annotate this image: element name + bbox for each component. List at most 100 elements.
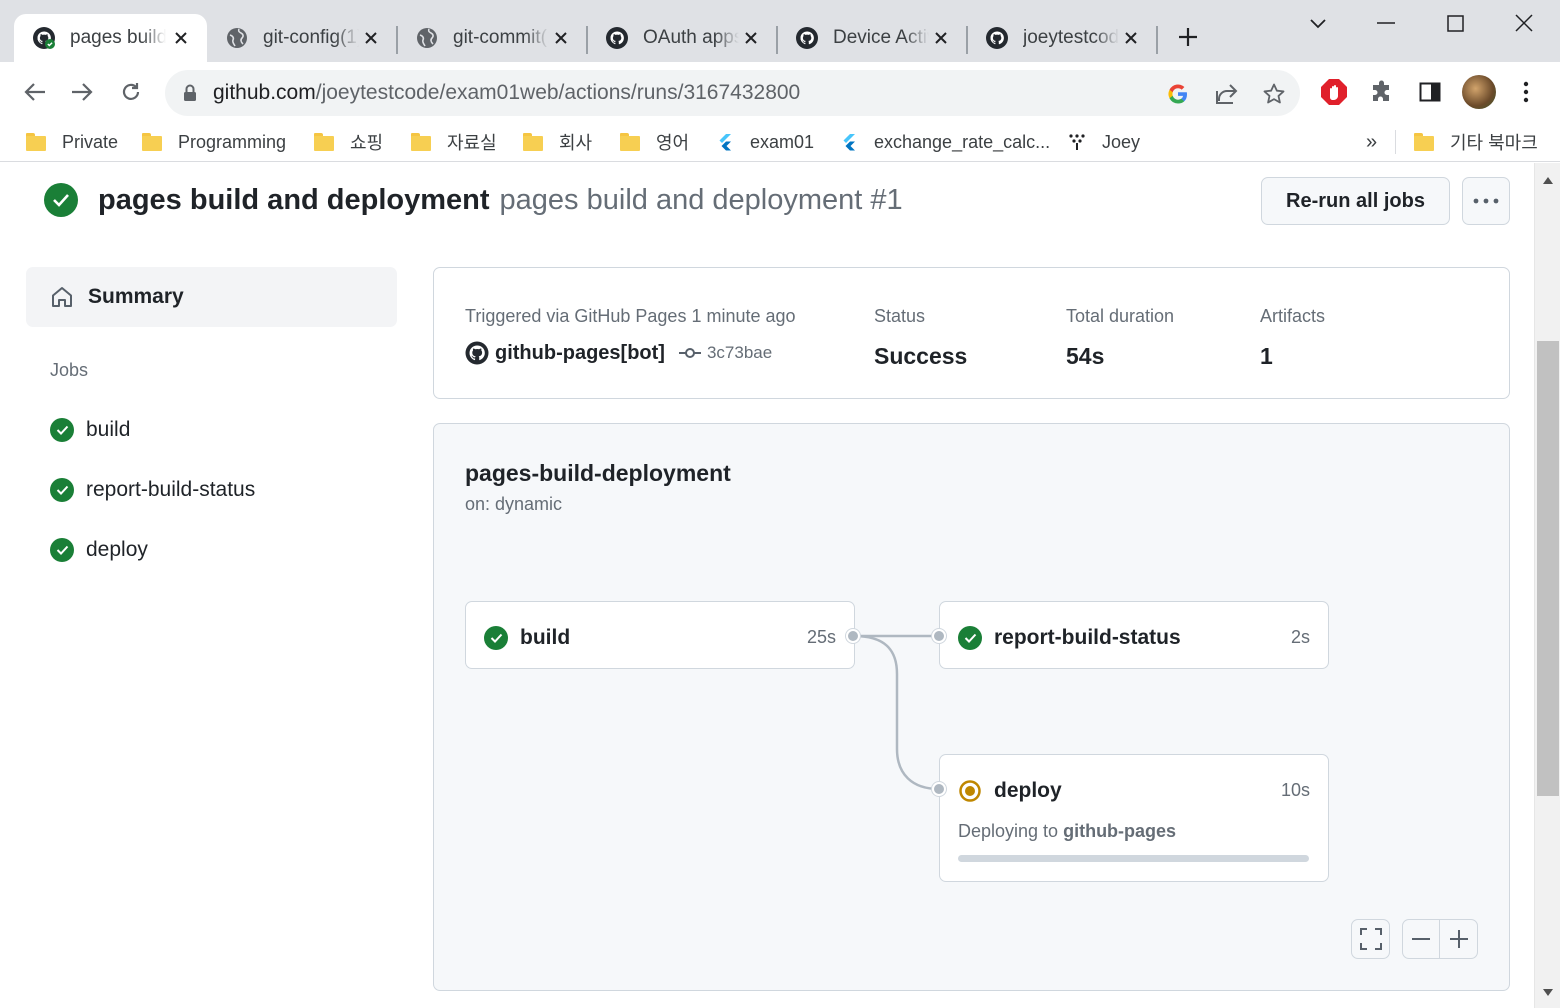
- extensions-puzzle-icon[interactable]: [1366, 76, 1398, 108]
- workflow-name: pages build and deployment: [98, 183, 490, 216]
- minus-icon: [1412, 938, 1430, 940]
- zoom-in-button[interactable]: [1440, 920, 1477, 958]
- bookmark-other[interactable]: 기타 북마크: [1414, 126, 1538, 158]
- bookmark-archive[interactable]: 자료실: [411, 126, 497, 158]
- status-label: Status: [874, 306, 926, 326]
- github-icon: [606, 27, 628, 49]
- close-icon[interactable]: [169, 26, 193, 50]
- arrow-right-icon: [72, 83, 93, 101]
- github-actions-run-page: pages build and deployment pages build a…: [0, 163, 1534, 1008]
- rerun-all-jobs-button[interactable]: Re-run all jobs: [1261, 177, 1450, 225]
- page-scrollbar[interactable]: [1534, 163, 1560, 1008]
- bookmark-programming[interactable]: Programming: [142, 126, 286, 158]
- sidebar-job-deploy[interactable]: deploy: [50, 535, 148, 565]
- chevron-down-icon: [1310, 19, 1326, 29]
- scroll-down-arrow-icon[interactable]: [1543, 989, 1553, 996]
- url-host: github.com: [213, 81, 316, 104]
- reload-button[interactable]: [113, 74, 149, 110]
- bookmark-label: Private: [62, 131, 119, 152]
- close-icon[interactable]: [1119, 26, 1143, 50]
- url-path: /joeytestcode/exam01web/actions/runs/316…: [315, 81, 801, 104]
- chrome-menu-icon[interactable]: [1510, 76, 1542, 108]
- graph-job-build[interactable]: build 25s: [465, 601, 855, 669]
- bookmark-joey[interactable]: Joey: [1068, 126, 1140, 158]
- close-window-button[interactable]: [1504, 8, 1544, 38]
- tab-title: Device Activation: [833, 27, 929, 48]
- git-commit-icon: [678, 348, 701, 358]
- bookmark-company[interactable]: 회사: [523, 126, 592, 158]
- bookmark-star-icon[interactable]: [1261, 81, 1287, 107]
- job-node-name: build: [520, 626, 571, 649]
- close-icon[interactable]: [929, 26, 953, 50]
- adblock-icon[interactable]: [1318, 76, 1350, 108]
- tab-oauth-apps[interactable]: OAuth apps: [587, 14, 777, 62]
- forward-button[interactable]: [64, 74, 100, 110]
- graph-fullscreen-button[interactable]: [1351, 919, 1390, 959]
- back-button[interactable]: [17, 74, 53, 110]
- profile-avatar[interactable]: [1462, 75, 1496, 109]
- run-header: pages build and deployment pages build a…: [44, 183, 903, 217]
- bookmarks-overflow-button[interactable]: »: [1366, 126, 1377, 158]
- summary-label: Summary: [88, 285, 184, 308]
- share-icon[interactable]: [1213, 81, 1239, 107]
- actor-link[interactable]: github-pages[bot]: [495, 342, 665, 365]
- tab-title: pages build and deployment: [70, 27, 166, 48]
- side-panel-icon[interactable]: [1414, 76, 1446, 108]
- reload-icon: [122, 83, 140, 100]
- maximize-button[interactable]: [1435, 8, 1475, 38]
- artifacts-value[interactable]: 1: [1260, 343, 1325, 370]
- zoom-out-button[interactable]: [1403, 920, 1440, 958]
- graph-job-deploy[interactable]: deploy 10s Deploying to github-pages: [939, 754, 1329, 882]
- bookmark-shopping[interactable]: 쇼핑: [314, 126, 383, 158]
- more-options-button[interactable]: [1462, 177, 1510, 225]
- url-text: github.com/joeytestcode/exam01web/action…: [213, 81, 800, 105]
- overflow-label: »: [1366, 130, 1378, 153]
- home-icon: [52, 287, 72, 307]
- tab-device-activation[interactable]: Device Activation: [777, 14, 967, 62]
- flutter-icon: [719, 134, 731, 151]
- close-icon[interactable]: [739, 26, 763, 50]
- fullscreen-icon: [1352, 920, 1389, 958]
- job-label: deploy: [86, 538, 148, 561]
- check-circle-icon: [958, 626, 982, 650]
- address-bar[interactable]: github.com/joeytestcode/exam01web/action…: [165, 70, 1300, 116]
- tab-title: git-commit(1): [453, 27, 549, 48]
- browser-toolbar: github.com/joeytestcode/exam01web/action…: [0, 62, 1560, 122]
- check-circle-icon: [484, 626, 508, 650]
- scrollbar-thumb[interactable]: [1537, 341, 1559, 796]
- sidebar-job-build[interactable]: build: [50, 415, 130, 445]
- scroll-up-arrow-icon[interactable]: [1543, 177, 1553, 184]
- actor-row: github-pages[bot] 3c73bae: [465, 341, 796, 365]
- tab-joeytestcode[interactable]: joeytestcode: [967, 14, 1157, 62]
- tab-git-commit[interactable]: git-commit(1): [397, 14, 587, 62]
- run-summary-card: Triggered via GitHub Pages 1 minute ago …: [433, 267, 1510, 399]
- workflow-graph-card: pages-build-deployment on: dynamic build…: [433, 423, 1510, 991]
- bookmark-english[interactable]: 영어: [620, 126, 689, 158]
- sidebar-job-report-build-status[interactable]: report-build-status: [50, 475, 255, 505]
- bookmark-label: 쇼핑: [350, 133, 384, 153]
- job-node-duration: 2s: [1290, 627, 1310, 647]
- minimize-button[interactable]: [1366, 8, 1406, 38]
- bookmark-exam01[interactable]: exam01: [716, 126, 814, 158]
- run-title: pages build and deployment #1: [499, 183, 903, 216]
- step-target: github-pages: [1063, 821, 1177, 841]
- folder-icon: [26, 133, 46, 151]
- tab-title: OAuth apps: [643, 27, 739, 48]
- sidebar-item-summary[interactable]: Summary: [26, 267, 397, 327]
- tab-git-config[interactable]: git-config(1): [207, 14, 397, 62]
- graph-job-report-build-status[interactable]: report-build-status 2s: [939, 601, 1329, 669]
- check-circle-icon: [50, 478, 74, 502]
- close-icon[interactable]: [359, 26, 383, 50]
- google-translate-icon[interactable]: [1165, 81, 1191, 107]
- commit-sha-link[interactable]: 3c73bae: [707, 343, 772, 363]
- jobs-heading: Jobs: [50, 360, 89, 380]
- tab-pages-build[interactable]: pages build and deployment: [14, 14, 207, 62]
- github-avatar-icon[interactable]: [465, 341, 489, 365]
- plus-icon: [1179, 28, 1197, 46]
- bookmark-exchange-rate[interactable]: exchange_rate_calc...: [840, 126, 1050, 158]
- bookmark-private[interactable]: Private: [26, 126, 118, 158]
- job-dependency-links: [853, 634, 940, 791]
- close-icon[interactable]: [549, 26, 573, 50]
- tab-search-button[interactable]: [1298, 8, 1338, 38]
- new-tab-button[interactable]: [1168, 22, 1208, 52]
